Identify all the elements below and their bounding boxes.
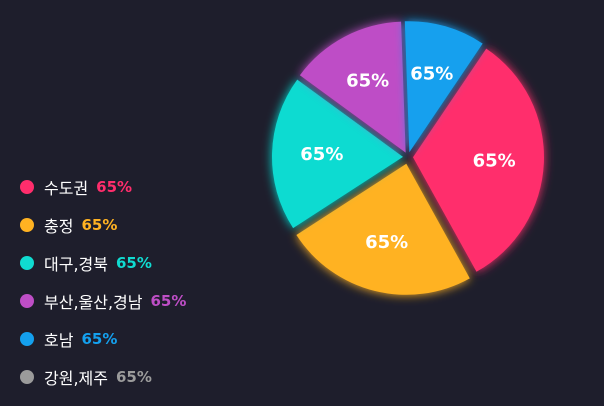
legend-value: 65% xyxy=(115,254,152,272)
legend-value: 65% xyxy=(96,178,133,196)
legend-label: 대구,경북 xyxy=(44,255,108,274)
slice-value-label-sudogwon: 65% xyxy=(473,150,516,171)
chart-legend: 수도권 65% 충정 65% 대구,경북 65% 부산,울산,경남 65% 호남… xyxy=(20,168,280,396)
legend-label: 강원,제주 xyxy=(44,369,108,388)
legend-item-sudogwon[interactable]: 수도권 65% xyxy=(20,168,280,206)
slice-value-label-honam: 65% xyxy=(410,64,453,85)
legend-marker-icon xyxy=(20,218,34,232)
slice-value-label-busan-ulsan-gyeongnam: 65% xyxy=(346,70,389,91)
legend-item-busan-ulsan-gyeongnam[interactable]: 부산,울산,경남 65% xyxy=(20,282,280,320)
legend-label: 부산,울산,경남 xyxy=(44,293,143,312)
legend-item-daegu-gyeongbuk[interactable]: 대구,경북 65% xyxy=(20,244,280,282)
legend-item-gangwon-jeju[interactable]: 강원,제주 65% xyxy=(20,358,280,396)
legend-value: 65% xyxy=(81,330,118,348)
legend-marker-icon xyxy=(20,370,34,384)
slice-value-label-chungjeong: 65% xyxy=(365,232,408,253)
legend-item-honam[interactable]: 호남 65% xyxy=(20,320,280,358)
legend-marker-icon xyxy=(20,256,34,270)
legend-label: 충정 xyxy=(44,217,74,236)
legend-value: 65% xyxy=(115,368,152,386)
legend-marker-icon xyxy=(20,180,34,194)
slice-value-label-daegu-gyeongbuk: 65% xyxy=(300,144,343,165)
legend-marker-icon xyxy=(20,294,34,308)
legend-marker-icon xyxy=(20,332,34,346)
legend-label: 수도권 xyxy=(44,179,89,198)
legend-item-chungjeong[interactable]: 충정 65% xyxy=(20,206,280,244)
legend-value: 65% xyxy=(150,292,187,310)
legend-value: 65% xyxy=(81,216,118,234)
legend-label: 호남 xyxy=(44,331,74,350)
